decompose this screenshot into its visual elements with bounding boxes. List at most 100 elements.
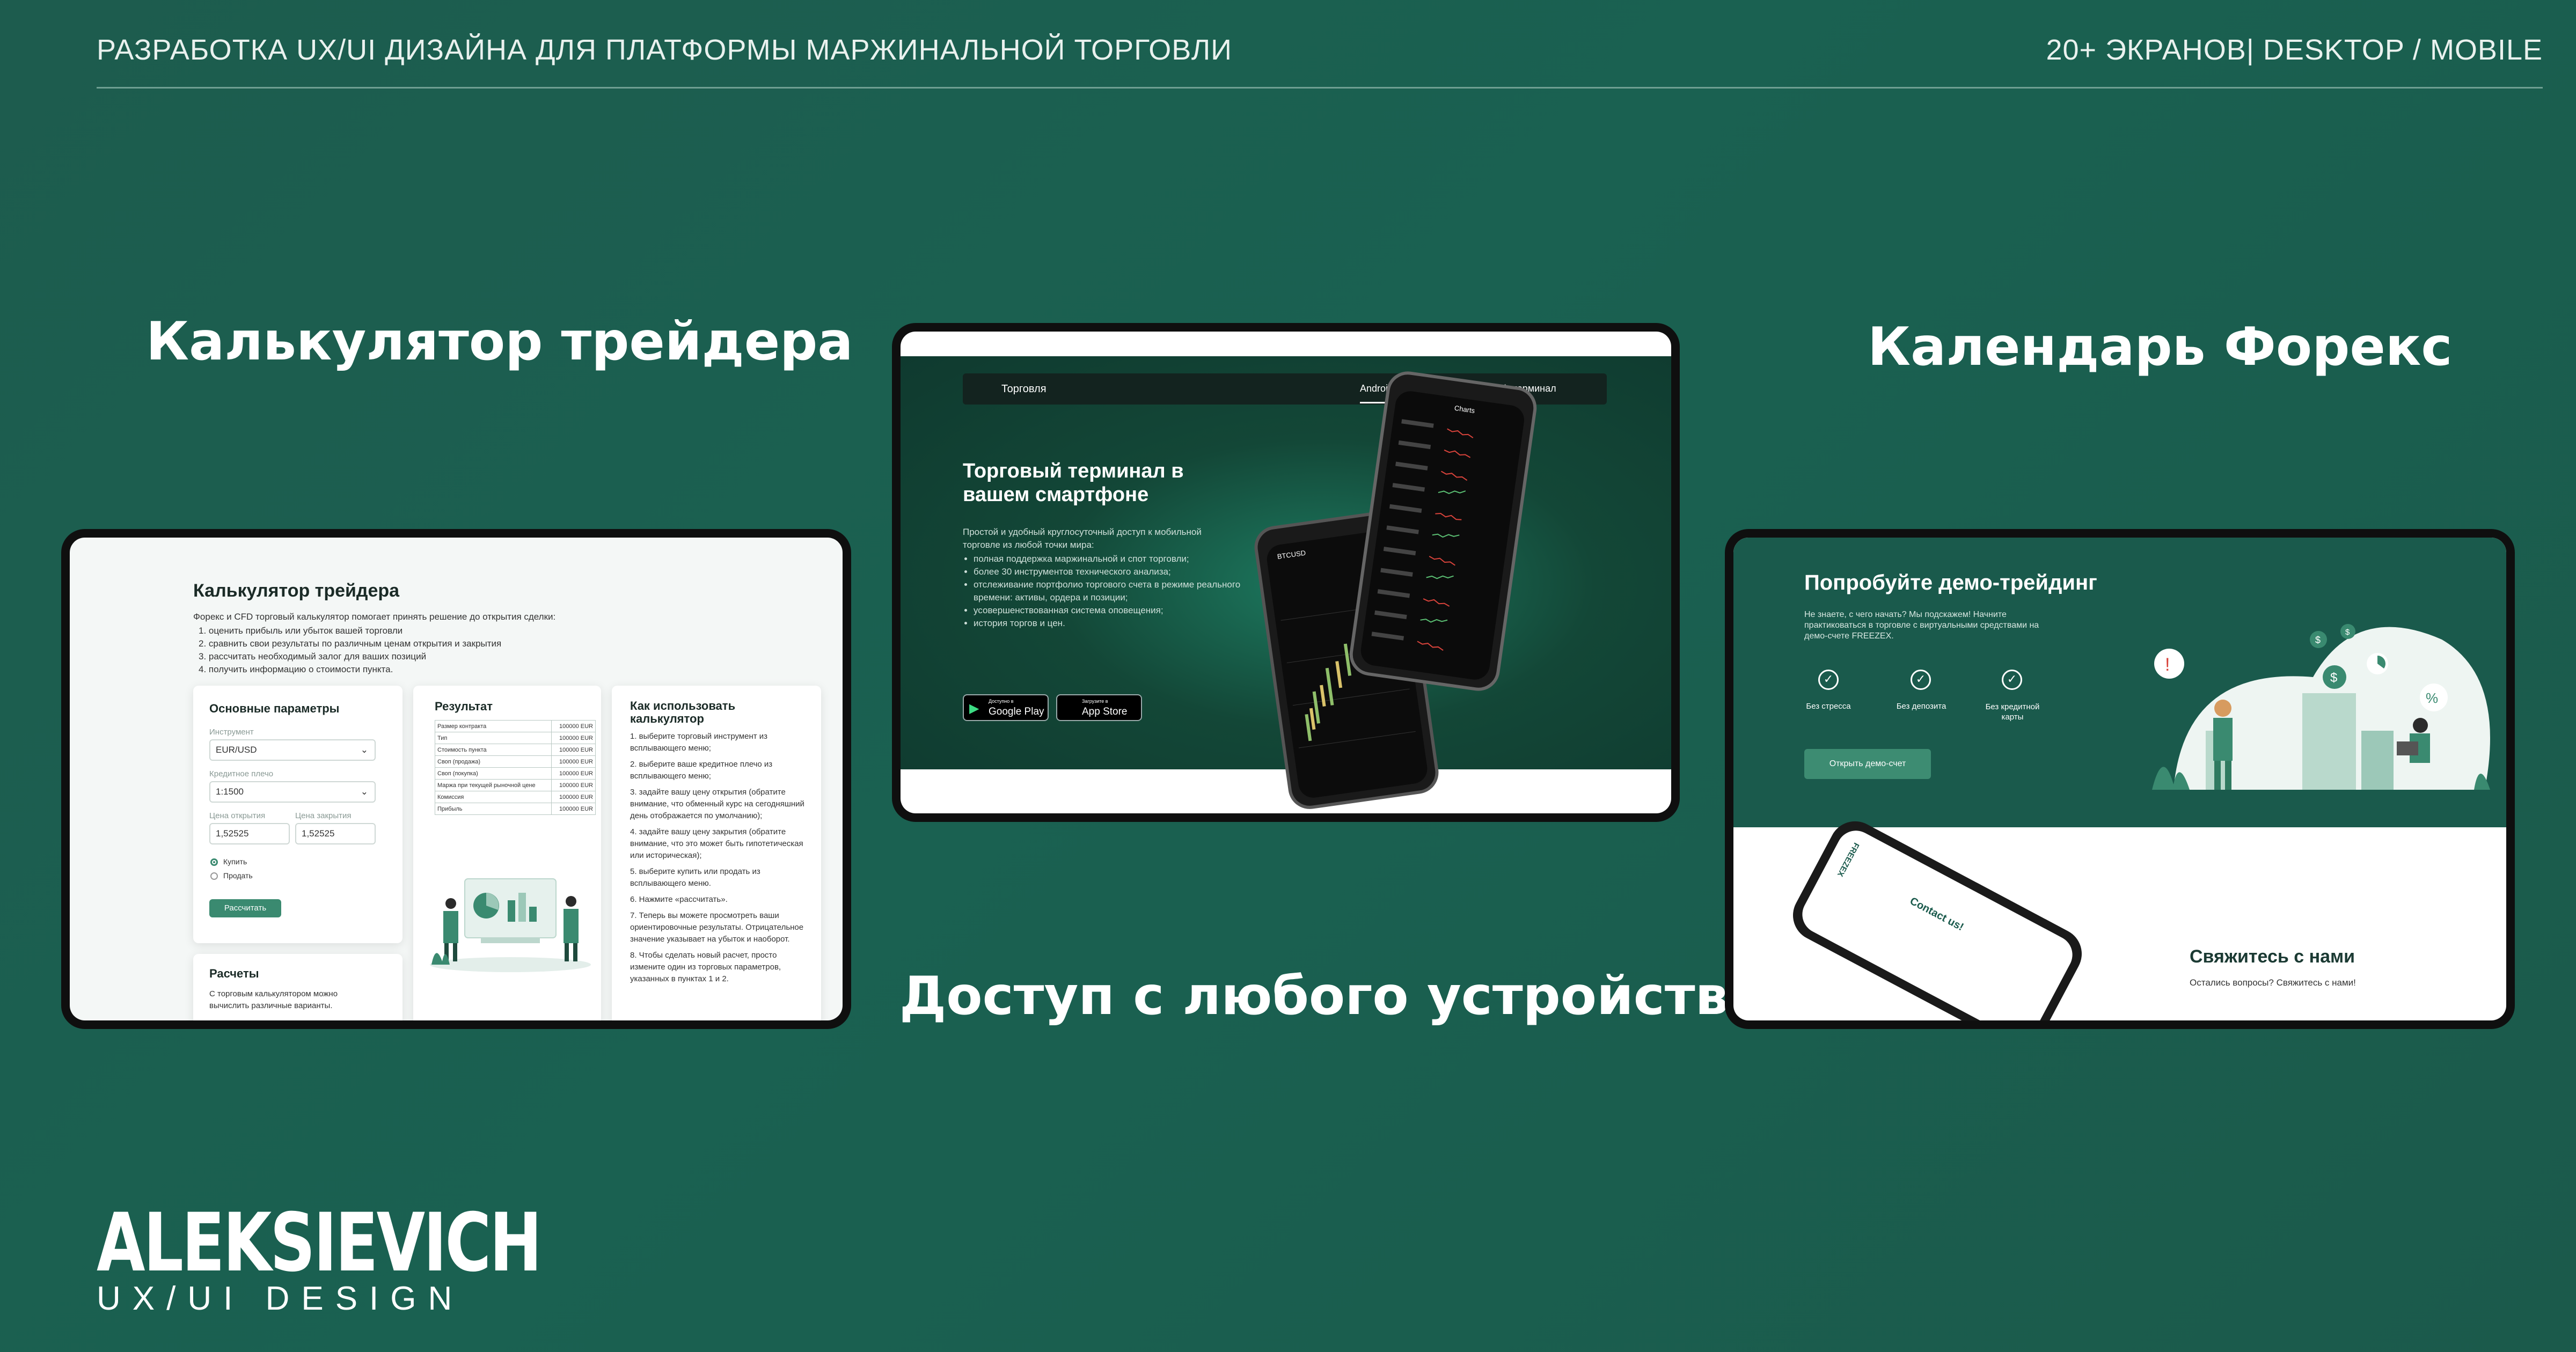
contact-phone: FREEZEX Contact us! [1784,812,2091,1020]
people-chart-illustration [430,878,591,972]
result-label: Размер контракта [434,720,552,732]
instrument-select[interactable]: EUR/USD ⌄ [209,739,376,761]
svg-text:$: $ [2315,635,2321,645]
svg-text:%: % [2426,690,2438,706]
app-store-badge[interactable]: Загрузите в App Store [1056,694,1142,721]
leverage-select[interactable]: 1:1500 ⌄ [209,781,376,803]
calc-point: 1. оценить прибыль или убыток вашей торг… [199,626,403,636]
result-value: 100000 EUR [551,755,596,768]
result-value: 100000 EUR [551,720,596,732]
demo-screen-frame: Попробуйте демо-трейдинг Не знаете, с че… [1725,529,2515,1029]
sell-radio[interactable] [210,872,218,880]
brand-logo: ALEKSIEVICH [97,1196,542,1290]
result-title: Результат [435,700,493,713]
page-header-title: РАЗРАБОТКА UX/UI ДИЗАЙНА ДЛЯ ПЛАТФОРМЫ М… [97,34,1232,66]
mobile-heading: Торговый терминал в вашем смартфоне [963,460,1184,506]
phone-pair-label: BTCUSD [1276,548,1306,561]
result-label: Своп (покупка) [434,767,552,780]
header-divider [97,87,2543,89]
mobile-bullet: история торгов и цен. [974,617,1242,630]
calc-intro: Форекс и CFD торговый калькулятор помога… [193,612,556,622]
nav-brand[interactable]: Торговля [1001,383,1046,395]
leverage-label: Кредитное плечо [209,769,274,778]
sell-label: Продать [223,871,253,880]
calculator-screen-frame: Калькулятор трейдера Форекс и CFD торгов… [61,529,851,1029]
result-row: Прибыль 100000 EUR [434,803,596,815]
instrument-value: EUR/USD [216,745,257,755]
contact-phone-screen: FREEZEX Contact us! [1795,824,2080,1020]
leverage-value: 1:1500 [216,787,244,797]
check-icon: ✓ [2002,670,2022,690]
phone-brand: FREEZEX [1835,841,1861,878]
result-value: 100000 EUR [551,732,596,744]
instrument-label: Инструмент [209,728,254,737]
brand-tagline: UX/UI DESIGN [97,1280,464,1317]
buy-label: Купить [223,857,247,866]
mobile-bullet: полная поддержка маржинальной и спот тор… [974,553,1242,565]
result-row: Своп (продажа) 100000 EUR [434,755,596,768]
demo-title: Попробуйте демо-трейдинг [1804,571,2097,594]
calculate-button[interactable]: Рассчитать [209,899,281,917]
close-price-input[interactable]: 1,52525 [295,823,376,844]
app-store-label: App Store [1082,706,1128,717]
feature-no-stress: Без стресса [1806,702,1851,711]
phone-contact-text: Contact us! [1907,895,1966,934]
calcs-title: Расчеты [209,967,259,980]
result-value: 100000 EUR [551,779,596,791]
section-title-forex: Календарь Форекс [1868,317,2453,378]
mobile-hero: Торговля Android / iOS PC Web-терминал Т… [901,356,1671,812]
open-price-input[interactable]: 1,52525 [209,823,290,844]
google-play-badge[interactable]: ▶ Доступно в Google Play [963,694,1049,721]
calc-title: Калькулятор трейдера [193,581,400,601]
quotes-list [1371,419,1474,651]
open-demo-button[interactable]: Открыть демо-счет [1804,749,1931,779]
buy-radio[interactable] [210,858,218,866]
result-label: Стоимость пункта [434,744,552,756]
feature-no-card: Без кредитной карты [1985,702,2040,722]
howto-step: 2. выберите ваше кредитное плечо из вспл… [630,760,773,781]
result-value: 100000 EUR [551,767,596,780]
calc-points: 1. оценить прибыль или убыток вашей торг… [199,624,501,676]
howto-step: 7. Теперь вы можете просмотреть ваши ори… [630,911,804,944]
params-title: Основные параметры [209,702,340,715]
mobile-lead: Простой и удобный круглосуточный доступ … [963,527,1202,550]
howto-step: 3. задайте вашу цену открытия (обратите … [630,788,804,820]
howto-steps: 1. выберите торговый инструмент из всплы… [630,731,807,989]
mobile-bullet: усовершенствованная система оповещения; [974,604,1242,617]
result-label: Маржа при текущей рыночной цене [434,779,552,791]
result-label: Комиссия [434,791,552,803]
howto-step: 5. выберите купить или продать из всплыв… [630,867,760,888]
result-label: Прибыль [434,803,552,815]
calc-point: 2. сравнить свои результаты по различным… [199,638,502,649]
howto-card: Как использовать калькулятор 1. выберите… [612,686,821,1020]
svg-text:$: $ [2345,628,2350,637]
mobile-screen: Торговля Android / iOS PC Web-терминал Т… [901,332,1671,813]
google-play-label: Google Play [989,706,1044,717]
section-title-calculator: Калькулятор трейдера [146,311,853,372]
mobile-bullets: полная поддержка маржинальной и спот тор… [954,553,1242,630]
calcs-card: Расчеты С торговым калькулятором можно в… [193,954,402,1020]
calc-point: 4. получить информацию о стоимости пункт… [199,664,393,674]
result-row: Размер контракта 100000 EUR [434,720,596,732]
result-row: Своп (покупка) 100000 EUR [434,767,596,780]
contact-title: Свяжитесь с нами [2190,946,2355,967]
page-header-meta: 20+ ЭКРАНОВ| DESKTOP / MOBILE [2046,34,2543,66]
phone-tab-label: Charts [1454,403,1476,415]
check-icon: ✓ [1911,670,1931,690]
close-price-label: Цена закрытия [295,811,352,820]
contact-text: Остались вопросы? Свяжитесь с нами! [2190,978,2356,988]
result-value: 100000 EUR [551,791,596,803]
chevron-down-icon: ⌄ [360,745,368,755]
howto-step: 6. Нажмите «рассчитать». [630,895,728,904]
app-store-caption: Загрузите в [1082,699,1108,704]
howto-step: 1. выберите торговый инструмент из всплы… [630,732,768,753]
section-title-access: Доступ с любого устройства [899,966,1764,1027]
params-card: Основные параметры Инструмент EUR/USD ⌄ К… [193,686,402,943]
result-value: 100000 EUR [551,744,596,756]
phone-mockup-front: Charts [1346,369,1540,694]
result-label: Своп (продажа) [434,755,552,768]
open-price-label: Цена открытия [209,811,266,820]
calculator-screen: Калькулятор трейдера Форекс и CFD торгов… [70,538,843,1020]
calcs-text: С торговым калькулятором можно вычислить… [209,989,338,1010]
result-value: 100000 EUR [551,803,596,815]
